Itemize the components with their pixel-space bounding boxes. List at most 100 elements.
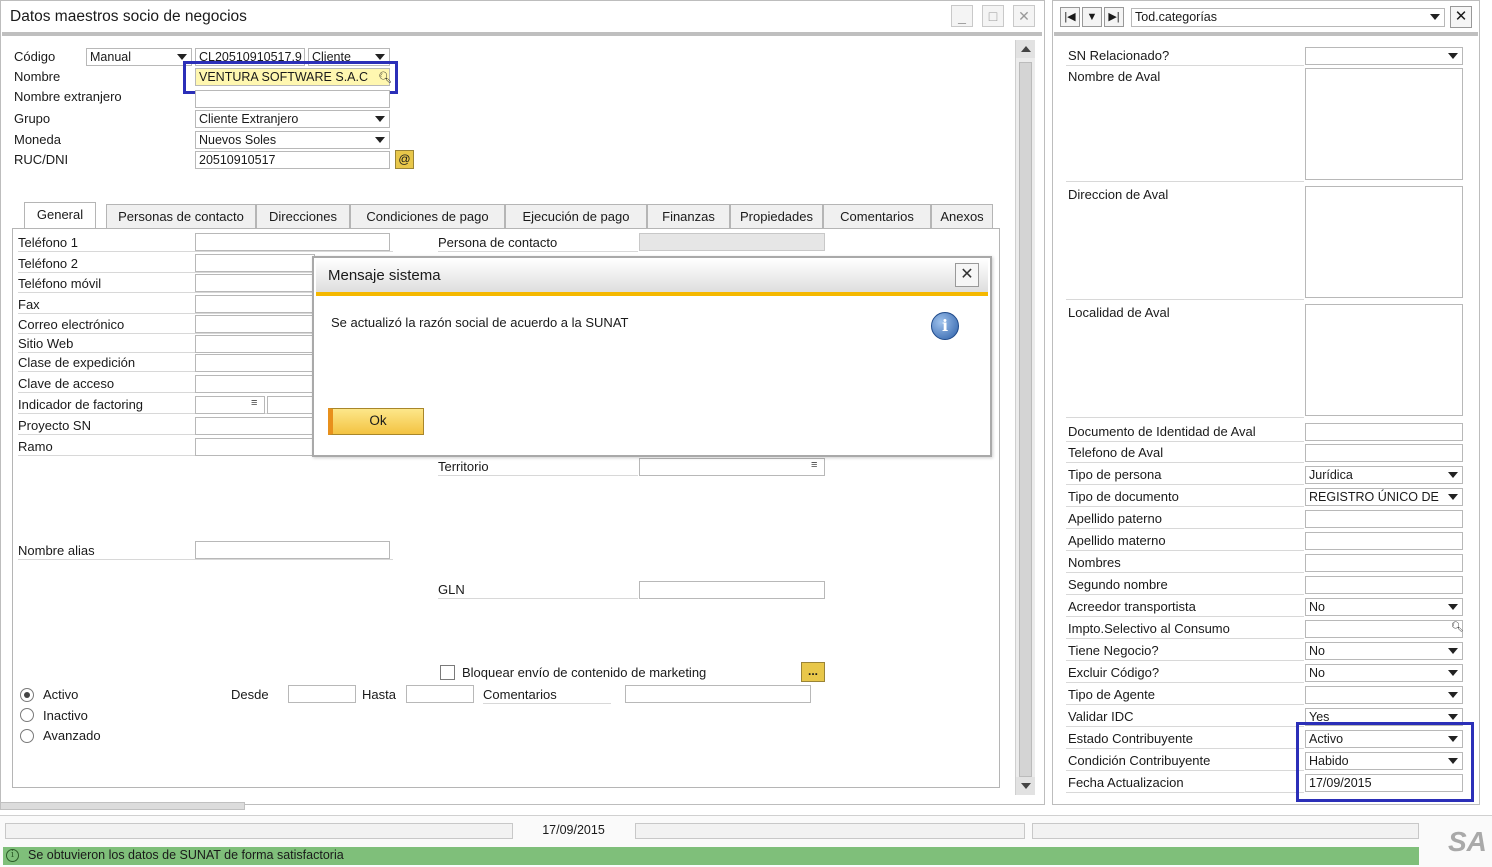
udf-12-field[interactable]: No <box>1305 598 1463 616</box>
scroll-up-button[interactable] <box>1016 40 1035 58</box>
list-icon[interactable]: ≡ <box>811 459 817 471</box>
clase-expedicion-input[interactable] <box>195 354 315 372</box>
udf-7-field[interactable]: REGISTRO ÚNICO DE <box>1305 488 1463 506</box>
label-avanzado: Avanzado <box>43 728 101 743</box>
udf-1-field[interactable] <box>1305 68 1463 180</box>
tab-finanzas[interactable]: Finanzas <box>647 204 730 228</box>
udf-5-label: Telefono de Aval <box>1068 445 1164 460</box>
telefono-movil-input[interactable] <box>195 274 315 292</box>
bloquear-label: Bloquear envío de contenido de marketing <box>462 665 707 680</box>
clave-acceso-input[interactable] <box>195 375 315 393</box>
udf-14-underline <box>1066 660 1304 661</box>
radio-inactivo[interactable] <box>20 708 34 722</box>
udf-17-label: Validar IDC <box>1068 709 1134 724</box>
sitio-web-input[interactable] <box>195 335 315 353</box>
udf-15-field[interactable]: No <box>1305 664 1463 682</box>
close-window-button[interactable]: ✕ <box>1013 5 1035 27</box>
dialog-close-button[interactable]: ✕ <box>955 263 979 287</box>
udf-9-field[interactable] <box>1305 532 1463 550</box>
udf-close-button[interactable]: ✕ <box>1450 6 1472 28</box>
udf-7-underline <box>1066 506 1304 507</box>
tab-personas-contacto[interactable]: Personas de contacto <box>106 204 256 228</box>
comentarios-input[interactable] <box>625 685 811 703</box>
udf-14-field[interactable]: No <box>1305 642 1463 660</box>
nombre-extranjero-input[interactable] <box>195 90 390 108</box>
ramo-input[interactable] <box>195 438 315 456</box>
codigo-series-select[interactable]: Manual <box>86 48 192 66</box>
indicador-factoring-desc[interactable] <box>267 396 317 414</box>
udf-0-field[interactable] <box>1305 47 1463 65</box>
udf-18-underline <box>1066 748 1304 749</box>
radio-activo[interactable] <box>20 688 34 702</box>
next-record-icon[interactable]: ▶| <box>1104 7 1124 27</box>
udf-9-underline <box>1066 550 1304 551</box>
gln-input[interactable] <box>639 581 825 599</box>
status-message: Se obtuvieron los datos de SUNAT de form… <box>28 848 344 862</box>
more-button[interactable]: ... <box>801 662 825 682</box>
udf-6-field[interactable]: Jurídica <box>1305 466 1463 484</box>
udf-19-label: Condición Contribuyente <box>1068 753 1211 768</box>
scroll-thumb[interactable] <box>1019 62 1032 777</box>
udf-category-select[interactable]: Tod.categorías <box>1131 8 1445 27</box>
label-ramo: Ramo <box>18 439 53 454</box>
tab-anexos[interactable]: Anexos <box>931 204 993 228</box>
moneda-select[interactable]: Nuevos Soles <box>195 131 390 149</box>
list-icon[interactable]: ≡ <box>251 397 257 409</box>
udf-11-underline <box>1066 594 1304 595</box>
label-sitio-web: Sitio Web <box>18 336 74 351</box>
telefono1-input[interactable] <box>195 233 390 251</box>
udf-8-field[interactable] <box>1305 510 1463 528</box>
radio-avanzado[interactable] <box>20 729 34 743</box>
minimize-button[interactable]: _ <box>951 5 973 27</box>
tab-condiciones-pago[interactable]: Condiciones de pago <box>350 204 505 228</box>
udf-2-label: Direccion de Aval <box>1068 187 1169 202</box>
bloquear-checkbox[interactable] <box>440 665 455 680</box>
maximize-button[interactable]: □ <box>982 5 1004 27</box>
udf-20-label: Fecha Actualizacion <box>1068 775 1184 790</box>
horizontal-scrollbar[interactable] <box>0 802 245 810</box>
ruc-input[interactable]: 20510910517 <box>195 151 390 169</box>
main-scrollbar[interactable] <box>1015 40 1035 795</box>
label-clase-expedicion: Clase de expedición <box>18 355 136 370</box>
udf-11-field[interactable] <box>1305 576 1463 594</box>
tab-ejecucion-pago[interactable]: Ejecución de pago <box>505 204 647 228</box>
title-divider <box>2 32 1042 36</box>
label-telefono2: Teléfono 2 <box>18 256 78 271</box>
udf-15-label: Excluir Código? <box>1068 665 1160 680</box>
tab-general[interactable]: General <box>24 202 96 228</box>
label-proyecto-sn: Proyecto SN <box>18 418 91 433</box>
nombre-alias-input[interactable] <box>195 541 390 559</box>
udf-8-label: Apellido paterno <box>1068 511 1162 526</box>
ruc-lookup-button[interactable]: @ <box>395 150 414 169</box>
scroll-down-button[interactable] <box>1016 777 1035 795</box>
udf-16-field[interactable] <box>1305 686 1463 704</box>
tab-propiedades[interactable]: Propiedades <box>730 204 823 228</box>
persona-contacto-input[interactable] <box>639 233 825 251</box>
telefono2-input[interactable] <box>195 254 315 272</box>
udf-13-field[interactable] <box>1305 620 1463 638</box>
udf-0-underline <box>1066 65 1304 66</box>
udf-3-field[interactable] <box>1305 304 1463 416</box>
udf-5-field[interactable] <box>1305 444 1463 462</box>
label-hasta: Hasta <box>362 687 396 702</box>
tab-comentarios[interactable]: Comentarios <box>823 204 931 228</box>
udf-4-field[interactable] <box>1305 423 1463 441</box>
territorio-input[interactable] <box>639 458 825 476</box>
first-record-icon[interactable]: |◀ <box>1060 7 1080 27</box>
udf-1-label: Nombre de Aval <box>1068 69 1161 84</box>
codigo-label: Código <box>14 49 56 64</box>
udf-10-field[interactable] <box>1305 554 1463 572</box>
fax-input[interactable] <box>195 295 315 313</box>
record-dropdown-icon[interactable]: ▼ <box>1082 7 1102 27</box>
status-date: 17/09/2015 <box>516 823 631 839</box>
udf-6-label: Tipo de persona <box>1068 467 1162 482</box>
hasta-input[interactable] <box>406 685 474 703</box>
ok-button[interactable]: Ok <box>328 408 424 435</box>
correo-input[interactable] <box>195 315 315 333</box>
udf-2-field[interactable] <box>1305 186 1463 298</box>
tab-direcciones[interactable]: Direcciones <box>256 204 350 228</box>
desde-input[interactable] <box>288 685 356 703</box>
search-icon[interactable]: 🔍︎ <box>1451 622 1464 633</box>
proyecto-sn-input[interactable] <box>195 417 315 435</box>
grupo-select[interactable]: Cliente Extranjero <box>195 110 390 128</box>
